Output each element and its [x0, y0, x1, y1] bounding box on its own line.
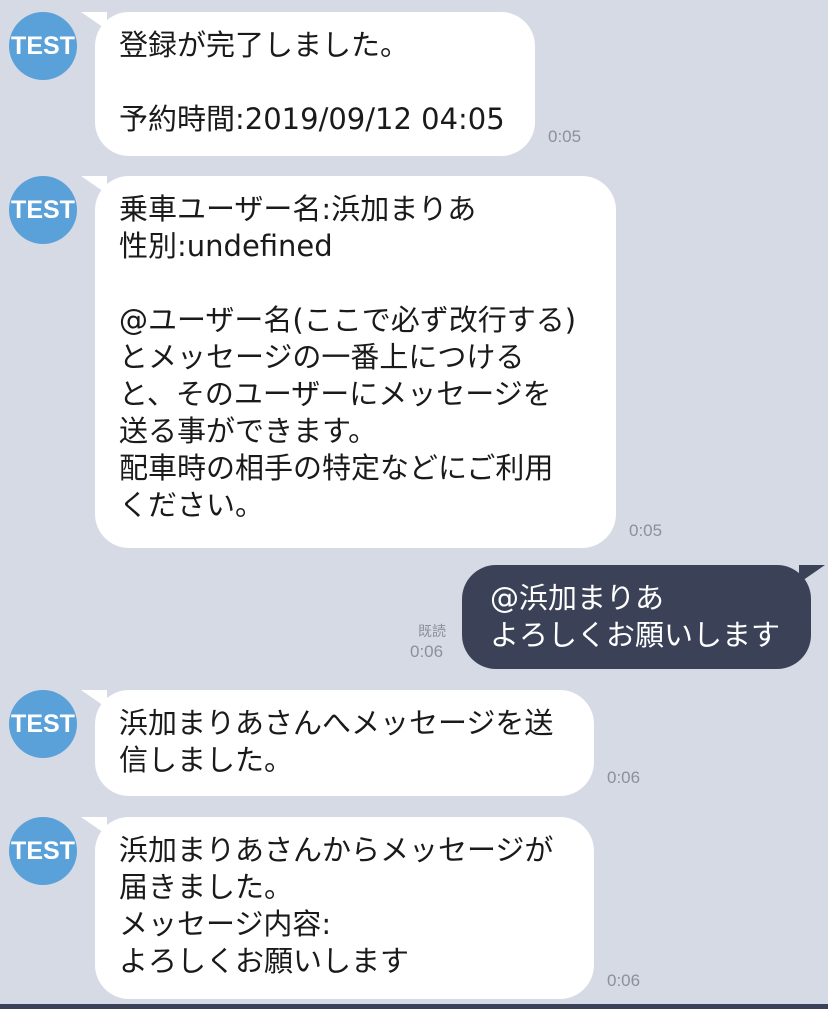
sender-avatar[interactable]: TEST — [9, 690, 77, 758]
incoming-message-bubble[interactable]: 登録が完了しました。 予約時間:2019/09/12 04:05 — [81, 12, 535, 156]
message-timestamp: 0:06 — [410, 642, 444, 661]
outgoing-message-bubble[interactable]: @浜加まりあ よろしくお願いします — [462, 565, 825, 669]
message-timestamp: 0:05 — [629, 521, 663, 540]
sender-avatar[interactable]: TEST — [9, 12, 77, 80]
message-timestamp: 0:05 — [548, 127, 582, 146]
incoming-message-bubble[interactable]: 浜加まりあさんからメッセージが 届きました。 メッセージ内容: よろしくお願いし… — [81, 817, 594, 999]
bottom-divider — [0, 1004, 828, 1009]
read-receipt: 既読 — [418, 624, 446, 640]
sender-avatar[interactable]: TEST — [9, 817, 77, 885]
incoming-message-bubble[interactable]: 乗車ユーザー名:浜加まりあ 性別:undefined @ユーザー名(ここで必ず改… — [81, 176, 616, 548]
sender-avatar[interactable]: TEST — [9, 176, 77, 244]
chat-view: TEST 登録が完了しました。 予約時間:2019/09/12 04:05 0:… — [0, 0, 828, 1009]
incoming-message-bubble[interactable]: 浜加まりあさんへメッセージを送 信しました。 — [81, 690, 594, 796]
message-timestamp: 0:06 — [607, 768, 641, 787]
message-timestamp: 0:06 — [607, 971, 641, 990]
